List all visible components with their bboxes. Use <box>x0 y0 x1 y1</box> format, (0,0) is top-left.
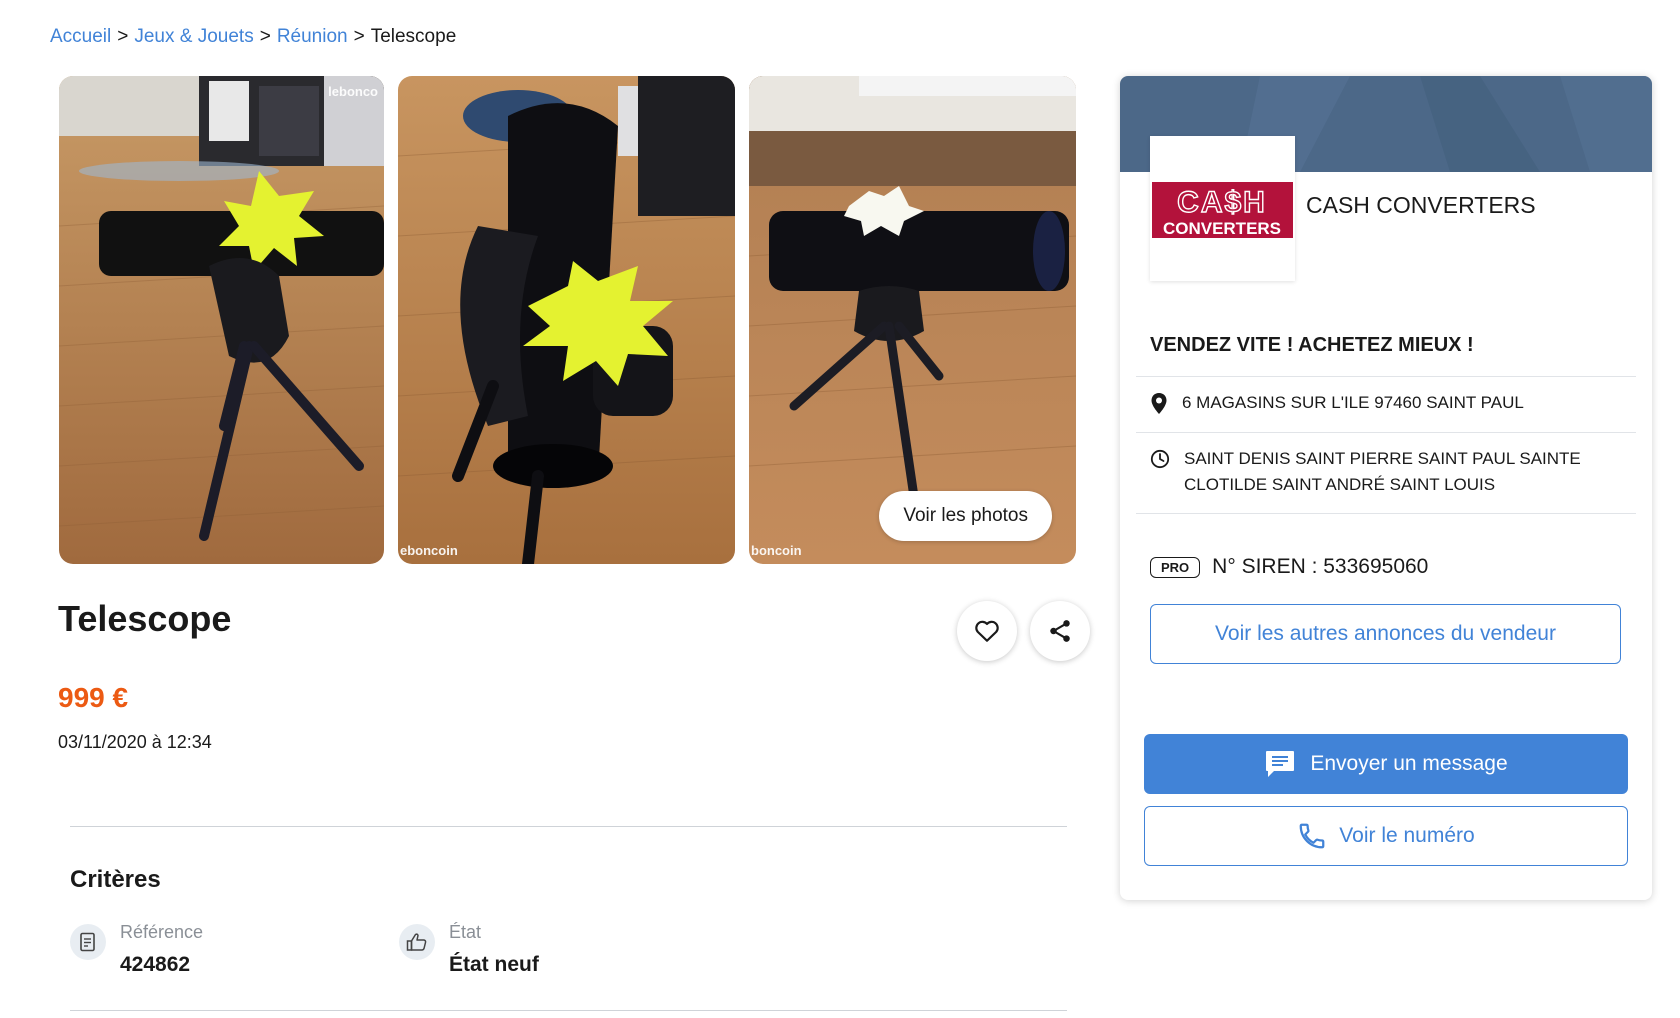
section-divider <box>70 826 1067 827</box>
watermark: eboncoin <box>400 543 458 558</box>
share-icon <box>1050 620 1070 642</box>
criteria-title: Critères <box>70 866 161 893</box>
criteria-item-reference: Référence 424862 <box>70 922 203 977</box>
listing-title: Telescope <box>58 598 232 639</box>
other-ads-label: Voir les autres annonces du vendeur <box>1215 622 1556 645</box>
seller-card: CA$H CONVERTERS CASH CONVERTERS VENDEZ V… <box>1120 76 1652 900</box>
photo-gallery: lebonco eboncoin boncoin Voir les photos <box>59 76 1076 564</box>
card-divider <box>1136 432 1636 433</box>
telescope-photo-1 <box>59 76 384 564</box>
hours-text: SAINT DENIS SAINT PIERRE SAINT PAUL SAIN… <box>1184 449 1581 494</box>
show-phone-label: Voir le numéro <box>1339 824 1475 847</box>
share-button[interactable] <box>1030 601 1090 661</box>
breadcrumb-link-accueil[interactable]: Accueil <box>50 26 111 48</box>
card-divider <box>1136 513 1636 514</box>
breadcrumb-link-jeux-jouets[interactable]: Jeux & Jouets <box>134 26 253 48</box>
seller-address: 6 MAGASINS SUR L'ILE 97460 SAINT PAUL <box>1150 390 1592 416</box>
telescope-photo-2 <box>398 76 735 564</box>
breadcrumb-separator: > <box>259 26 271 47</box>
other-ads-button[interactable]: Voir les autres annonces du vendeur <box>1150 604 1621 664</box>
send-message-button[interactable]: Envoyer un message <box>1144 734 1628 794</box>
message-icon <box>1266 751 1295 777</box>
seller-hours: SAINT DENIS SAINT PIERRE SAINT PAUL SAIN… <box>1150 446 1594 498</box>
breadcrumb-separator: > <box>353 26 365 47</box>
send-message-label: Envoyer un message <box>1310 752 1508 775</box>
breadcrumb-link-reunion[interactable]: Réunion <box>277 26 348 48</box>
criteria-value: 424862 <box>120 953 191 976</box>
pro-info: PRO N° SIREN : 533695060 <box>1150 555 1428 579</box>
phone-icon <box>1299 823 1325 849</box>
document-icon <box>70 924 106 960</box>
photo-1[interactable]: lebonco <box>59 76 384 564</box>
breadcrumb-separator: > <box>117 26 129 47</box>
photo-3[interactable]: boncoin Voir les photos <box>749 76 1076 564</box>
clock-icon <box>1150 449 1170 469</box>
photo-2[interactable]: eboncoin <box>398 76 735 564</box>
siren-number: N° SIREN : 533695060 <box>1212 555 1429 578</box>
watermark: lebonco <box>328 84 378 99</box>
criteria-item-etat: État État neuf <box>399 922 539 977</box>
pro-badge: PRO <box>1150 556 1201 578</box>
criteria-label: État <box>449 922 482 942</box>
cash-converters-logo: CA$H CONVERTERS <box>1152 181 1293 238</box>
view-photos-button[interactable]: Voir les photos <box>879 491 1052 541</box>
svg-text:CA$H: CA$H <box>1177 186 1267 219</box>
favorite-button[interactable] <box>957 601 1017 661</box>
seller-name[interactable]: CASH CONVERTERS <box>1306 192 1536 219</box>
card-divider <box>1136 376 1636 377</box>
criteria-value: État neuf <box>449 953 539 976</box>
criteria-label: Référence <box>120 922 204 942</box>
show-phone-button[interactable]: Voir le numéro <box>1144 806 1628 866</box>
watermark: boncoin <box>751 543 802 558</box>
listing-price: 999 € <box>58 682 129 713</box>
breadcrumb: Accueil > Jeux & Jouets > Réunion > Tele… <box>50 26 456 48</box>
heart-icon <box>975 620 999 642</box>
breadcrumb-current: Telescope <box>370 26 457 47</box>
seller-logo[interactable]: CA$H CONVERTERS <box>1150 136 1295 281</box>
location-pin-icon <box>1151 393 1167 414</box>
seller-slogan: VENDEZ VITE ! ACHETEZ MIEUX ! <box>1150 334 1474 356</box>
section-divider <box>70 1010 1067 1011</box>
address-text: 6 MAGASINS SUR L'ILE 97460 SAINT PAUL <box>1182 393 1524 412</box>
thumbs-up-icon <box>399 924 435 960</box>
svg-text:CONVERTERS: CONVERTERS <box>1163 219 1281 238</box>
listing-date: 03/11/2020 à 12:34 <box>58 732 212 752</box>
